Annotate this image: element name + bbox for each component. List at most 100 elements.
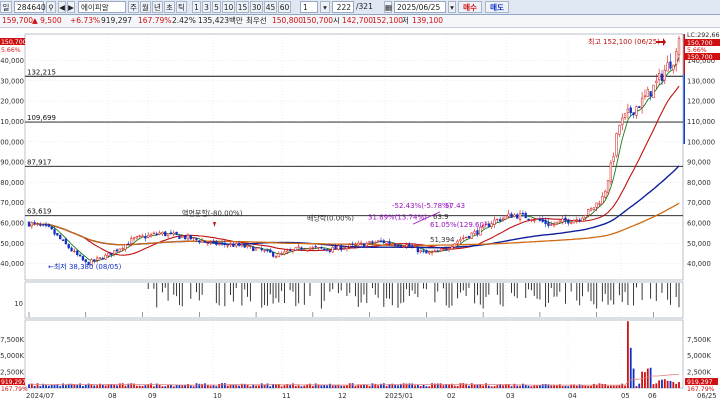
date-input[interactable]: 2025/06/25 <box>394 1 446 13</box>
volume-bar <box>482 385 485 388</box>
volume-bar <box>150 383 152 388</box>
period-button-3[interactable]: 초 <box>164 1 175 13</box>
period-button-2[interactable]: 년 <box>152 1 163 13</box>
volume-bar <box>164 386 167 388</box>
volume-bar <box>104 385 107 388</box>
volume-bar <box>618 385 621 388</box>
candle-body <box>240 244 244 247</box>
candle-body <box>442 248 445 251</box>
volume-bar <box>661 379 663 388</box>
left-price-label: 70,000 <box>0 199 24 207</box>
candle-body <box>81 256 85 261</box>
stock-code-input[interactable]: 284640 <box>14 1 46 13</box>
right-price-label: 100,000 <box>687 138 715 146</box>
volume-bar <box>158 384 161 388</box>
minute-button-30[interactable]: 30 <box>250 1 263 13</box>
candle-body <box>237 243 241 246</box>
candle-body <box>467 236 471 239</box>
candle-body <box>476 230 479 235</box>
volume-bar <box>539 385 541 388</box>
candle-body <box>266 249 269 252</box>
candle-body <box>147 234 150 238</box>
candle-body <box>166 233 170 237</box>
volume-bar <box>309 383 311 388</box>
page-counter[interactable]: 222 <box>332 1 354 13</box>
period-button-0[interactable]: 주 <box>128 1 139 13</box>
volume-bar <box>493 386 496 388</box>
candle-body <box>561 218 564 223</box>
candle-body <box>357 242 360 246</box>
volume-bar <box>300 386 303 388</box>
candle-body <box>249 245 252 248</box>
left-price-label: 120,000 <box>0 98 24 106</box>
prev-stock-icon[interactable]: ◀ <box>58 1 66 13</box>
left-price-label: 100,000 <box>0 138 24 146</box>
priority-label: 최우선 <box>246 16 267 25</box>
calendar-icon[interactable]: ▦ <box>384 1 392 13</box>
volume-bar <box>195 383 198 388</box>
candle-body <box>308 247 312 250</box>
candle-body <box>149 234 153 237</box>
volume-bar <box>487 385 490 388</box>
page-total: /321 <box>356 2 373 11</box>
date-dropdown-icon[interactable]: ▾ <box>448 1 456 13</box>
interval-select[interactable]: 일 <box>0 1 12 13</box>
candle-body <box>328 250 332 252</box>
volume-bar <box>269 386 272 388</box>
candle-body <box>348 244 351 247</box>
candle-body <box>277 253 280 258</box>
candle-body <box>538 218 542 221</box>
volume-bar <box>255 385 257 388</box>
candle-body <box>382 240 385 243</box>
candle-body <box>306 249 309 252</box>
candle-body <box>36 223 39 225</box>
next-stock-icon[interactable]: ▶ <box>67 1 75 13</box>
pct-annotation-4: 61.05%(129.60) <box>430 221 487 229</box>
candle-body <box>470 232 473 239</box>
volume-bar <box>598 383 601 388</box>
count-input[interactable]: 1 <box>300 1 318 13</box>
volume-bar <box>655 383 658 388</box>
volume-bar <box>354 386 357 388</box>
candle-body <box>351 243 354 245</box>
volume-bar <box>47 385 50 388</box>
candle-body <box>209 241 212 243</box>
minute-button-45[interactable]: 45 <box>264 1 277 13</box>
minute-button-3[interactable]: 3 <box>202 1 211 13</box>
open-price: 142,700 <box>342 16 374 25</box>
volume-bar <box>422 385 425 388</box>
candle-body <box>158 232 161 235</box>
minute-button-10[interactable]: 10 <box>222 1 235 13</box>
search-icon[interactable]: ⚲ <box>46 1 56 13</box>
candle-body <box>405 244 408 247</box>
minute-button-5[interactable]: 5 <box>212 1 221 13</box>
volume-bar <box>414 385 416 388</box>
candle-body <box>42 224 45 226</box>
candle-body <box>555 221 559 225</box>
candle-body <box>413 246 417 248</box>
dropdown-icon[interactable]: ▾ <box>320 1 330 13</box>
low-annotation: ←최저 38,380 (08/05) <box>48 262 122 271</box>
volume-bar <box>62 383 64 388</box>
volume-bar <box>442 385 445 388</box>
candle-body <box>513 214 516 217</box>
volume-bar <box>84 384 87 388</box>
stock-chart[interactable]: 132,215 109,699 87,917 63,619 140,000 130,00… <box>0 28 720 404</box>
candle-body <box>422 250 425 252</box>
buy-button[interactable]: 매수 <box>458 1 482 13</box>
volume-bar <box>470 383 473 388</box>
stock-name-field[interactable]: 에이피알 <box>78 1 126 13</box>
right-volume-label: 5,000K <box>687 352 711 360</box>
volume-bar <box>346 385 348 388</box>
volume-bar <box>303 385 306 388</box>
period-button-1[interactable]: 월 <box>140 1 151 13</box>
candle-body <box>297 246 300 248</box>
volume-bar <box>64 385 67 388</box>
candle-body <box>181 235 184 238</box>
minute-button-60[interactable]: 60 <box>278 1 291 13</box>
minute-button-15[interactable]: 15 <box>236 1 249 13</box>
period-button-4[interactable]: 틱 <box>176 1 187 13</box>
pct-annotation-2: 31.89%(13.74%) <box>368 214 427 222</box>
sell-button[interactable]: 매도 <box>485 1 509 13</box>
minute-button-1[interactable]: 1 <box>192 1 201 13</box>
